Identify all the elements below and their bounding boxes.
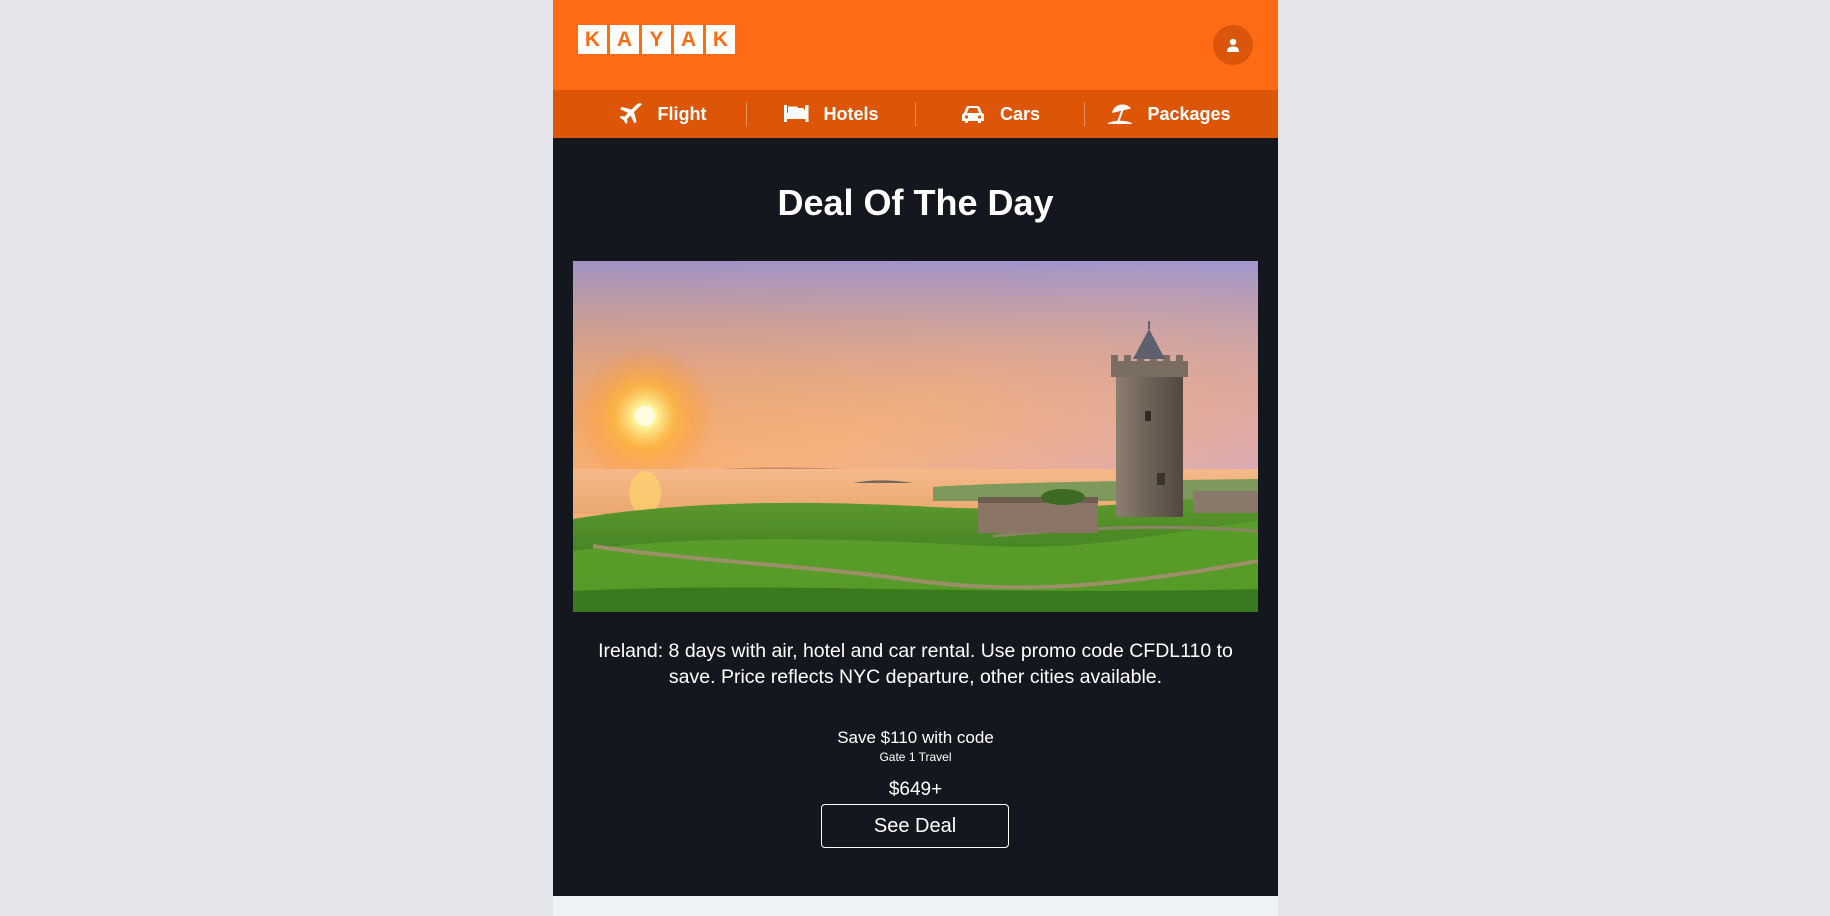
nav-item-label: Cars xyxy=(999,103,1041,124)
nav-bar: Flight Hotels Cars Packages xyxy=(553,90,1278,138)
deal-title: Deal Of The Day xyxy=(777,182,1054,223)
see-deal-button[interactable]: See Deal xyxy=(821,804,1009,848)
nav-item-cars[interactable]: Cars xyxy=(915,102,1084,126)
nav-item-label: Flight xyxy=(657,103,707,124)
deal-description: Ireland: 8 days with air, hotel and car … xyxy=(598,640,1233,688)
logo-letter: A xyxy=(674,25,703,54)
kayak-logo[interactable]: K A Y A K xyxy=(578,25,735,54)
nav-item-label: Packages xyxy=(1147,103,1231,124)
footer-strip xyxy=(553,896,1278,916)
logo-letter: K xyxy=(578,25,607,54)
deal-image[interactable] xyxy=(573,261,1258,612)
car-icon xyxy=(961,106,984,123)
user-icon xyxy=(1227,38,1239,52)
bed-icon xyxy=(784,105,809,122)
nav-item-flight[interactable]: Flight xyxy=(578,102,746,126)
nav-item-packages[interactable]: Packages xyxy=(1084,102,1253,126)
nav-item-hotels[interactable]: Hotels xyxy=(746,102,915,126)
plane-icon xyxy=(619,103,642,124)
beach-umbrella-icon xyxy=(1108,104,1133,124)
header: K A Y A K xyxy=(553,0,1278,90)
logo-letter: K xyxy=(706,25,735,54)
deal-provider: Gate 1 Travel xyxy=(879,750,952,764)
deal-savings: Save $110 with code xyxy=(837,728,994,747)
logo-letter: A xyxy=(610,25,639,54)
logo-letter: Y xyxy=(642,25,671,54)
account-button[interactable] xyxy=(1213,25,1253,65)
email-page: K A Y A K Flight Hotels Cars Packages De… xyxy=(553,0,1278,916)
nav-item-label: Hotels xyxy=(823,103,879,124)
deal-section: Deal Of The Day Ireland: 8 days with air… xyxy=(553,138,1278,896)
deal-price: $649+ xyxy=(888,779,943,800)
